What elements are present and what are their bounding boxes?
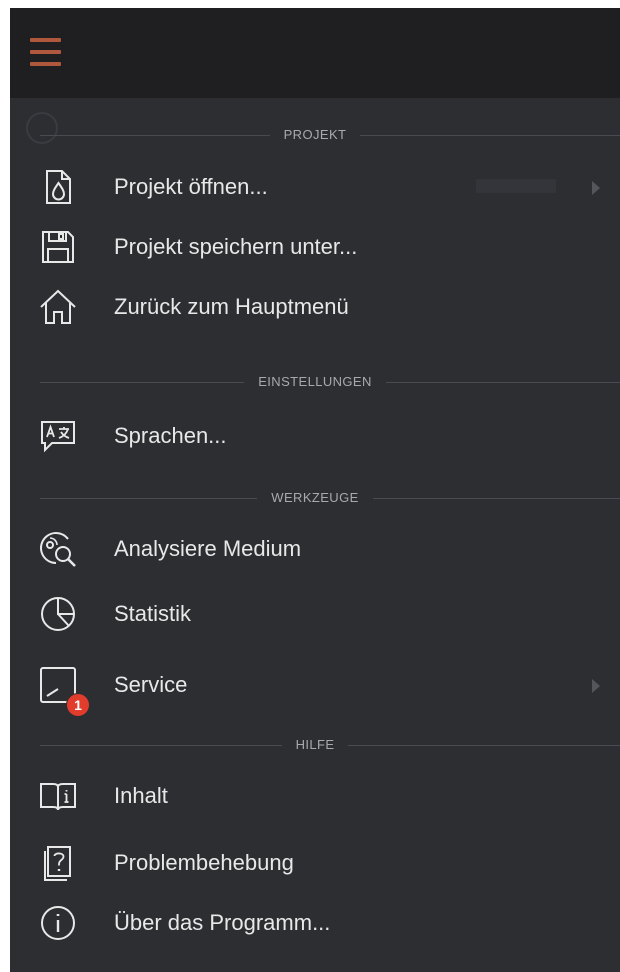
menu-item-label: Sprachen... bbox=[114, 423, 227, 448]
section-header-werkzeuge: WERKZEUGE bbox=[10, 489, 620, 507]
menu-item-label: Service bbox=[114, 672, 188, 697]
submenu-arrow-icon bbox=[592, 679, 600, 693]
disc-search-icon bbox=[38, 529, 78, 569]
menu-item-label: Projekt speichern unter... bbox=[114, 234, 358, 259]
menu-item-label: Inhalt bbox=[114, 783, 168, 808]
menu-item-label: Zurück zum Hauptmenü bbox=[114, 294, 349, 319]
menu-item-about[interactable]: Über das Programm... bbox=[10, 893, 620, 953]
notification-badge: 1 bbox=[66, 693, 90, 717]
question-document-icon bbox=[38, 843, 78, 883]
menu-item-label: Statistik bbox=[114, 601, 192, 626]
info-circle-icon bbox=[38, 903, 78, 943]
section-header-projekt: PROJEKT bbox=[10, 126, 620, 144]
section-label-hilfe: HILFE bbox=[281, 737, 349, 752]
menu-item-save-project-as[interactable]: Projekt speichern unter... bbox=[10, 217, 620, 277]
menu-item-analyze-medium[interactable]: Analysiere Medium bbox=[10, 519, 620, 579]
section-label-projekt: PROJEKT bbox=[269, 127, 361, 142]
section-header-hilfe: HILFE bbox=[10, 736, 620, 754]
project-file-icon bbox=[38, 167, 78, 207]
background-text bbox=[476, 179, 556, 193]
menu-item-service[interactable]: 1 Service bbox=[10, 655, 620, 717]
submenu-arrow-icon bbox=[592, 181, 600, 195]
menu-item-back-main-menu[interactable]: Zurück zum Hauptmenü bbox=[10, 277, 620, 337]
section-label-werkzeuge: WERKZEUGE bbox=[257, 490, 373, 505]
menu-item-troubleshooting[interactable]: Problembehebung bbox=[10, 833, 620, 893]
menu-item-contents[interactable]: Inhalt bbox=[10, 766, 620, 826]
menu-item-label: Projekt öffnen... bbox=[114, 174, 268, 199]
section-header-einstellungen: EINSTELLUNGEN bbox=[10, 373, 620, 391]
hamburger-menu-icon[interactable] bbox=[30, 36, 64, 70]
menu-item-label: Problembehebung bbox=[114, 850, 294, 875]
pie-chart-icon bbox=[38, 594, 78, 634]
menu-item-open-project[interactable]: Projekt öffnen... bbox=[10, 157, 620, 217]
titlebar bbox=[10, 8, 620, 98]
menu-item-label: Über das Programm... bbox=[114, 910, 331, 935]
help-book-icon bbox=[38, 776, 78, 816]
language-icon bbox=[38, 416, 78, 456]
save-disk-icon bbox=[38, 227, 78, 267]
menu-item-statistics[interactable]: Statistik bbox=[10, 584, 620, 644]
app-window: PROJEKT Projekt öffnen... Projekt speich… bbox=[10, 8, 620, 972]
menu-item-languages[interactable]: Sprachen... bbox=[10, 406, 620, 466]
menu-item-label: Analysiere Medium bbox=[114, 536, 302, 561]
section-label-einstellungen: EINSTELLUNGEN bbox=[244, 374, 386, 389]
home-icon bbox=[38, 287, 78, 327]
